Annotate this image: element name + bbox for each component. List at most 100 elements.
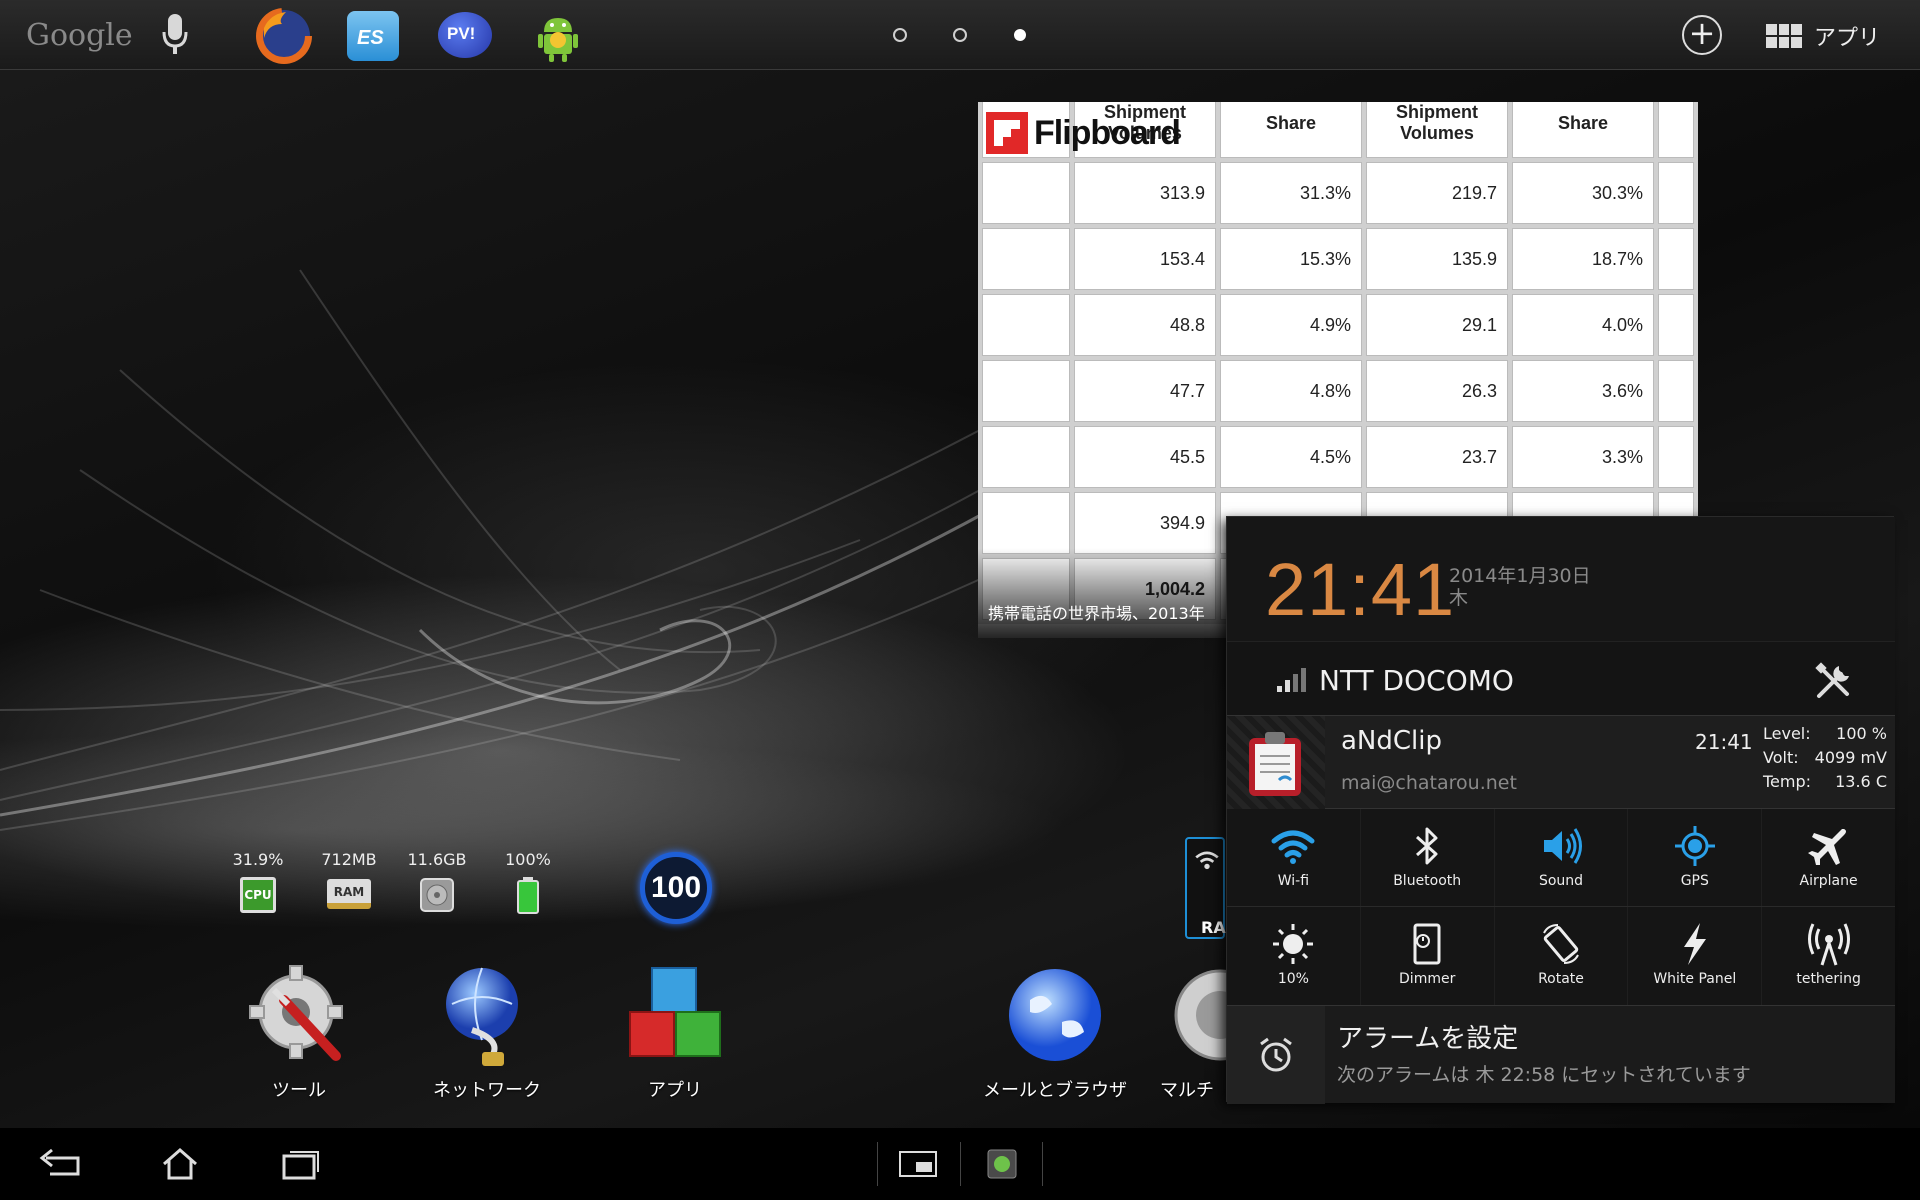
toggle-rotate[interactable]: Rotate bbox=[1493, 907, 1628, 1005]
notification-andclip[interactable]: aNdClip mai@chatarou.net 21:41 Level: 100… bbox=[1227, 715, 1895, 810]
toggle-dimmer[interactable]: Dimmer bbox=[1359, 907, 1494, 1005]
toggle-label: tethering bbox=[1796, 971, 1861, 987]
table-cell: 26.3 bbox=[1366, 360, 1508, 422]
pager-dot-2[interactable] bbox=[953, 28, 967, 42]
table-header-cell: Share bbox=[1512, 102, 1654, 158]
battery-temp-label: Temp: bbox=[1763, 772, 1812, 791]
toggle-brightness[interactable]: 10% bbox=[1227, 907, 1360, 1005]
gear-wrench-icon bbox=[249, 965, 343, 1061]
toggle-airplane[interactable]: Airplane bbox=[1761, 809, 1895, 906]
shortcut-label: ネットワーク bbox=[433, 1080, 541, 1101]
shortcut-network[interactable]: ネットワーク bbox=[402, 960, 572, 1102]
back-icon[interactable] bbox=[30, 1142, 90, 1186]
wifi-icon bbox=[1271, 830, 1315, 864]
toggle-sound[interactable]: Sound bbox=[1493, 809, 1628, 906]
recent-apps-icon[interactable] bbox=[270, 1142, 330, 1186]
notification-icon-area bbox=[1227, 716, 1325, 810]
battery-volt-value: 4099 mV bbox=[1814, 748, 1887, 767]
small-app-window-icon[interactable] bbox=[898, 1146, 938, 1182]
add-widget-button[interactable]: + bbox=[1682, 15, 1722, 55]
home-icon[interactable] bbox=[150, 1142, 210, 1186]
toggle-label: Rotate bbox=[1538, 971, 1584, 987]
microphone-icon[interactable] bbox=[160, 12, 190, 58]
table-row: 47.7 4.8% 26.3 3.6% bbox=[982, 360, 1694, 422]
table-row: 313.9 31.3% 219.7 30.3% bbox=[982, 162, 1694, 224]
table-cell: 48.8 bbox=[1074, 294, 1216, 356]
pager-dot-1[interactable] bbox=[893, 28, 907, 42]
table-cell: 4.0% bbox=[1512, 294, 1654, 356]
toggle-label: Wi-fi bbox=[1277, 873, 1310, 889]
alarm-notification[interactable]: アラームを設定 次のアラームは 木 22:58 にセットされています bbox=[1227, 1005, 1895, 1104]
cpu-stat[interactable]: 31.9% CPU bbox=[218, 850, 298, 913]
storage-stat[interactable]: 11.6GB bbox=[397, 850, 477, 919]
tethering-icon bbox=[1807, 923, 1850, 966]
es-file-explorer-icon[interactable]: ES bbox=[347, 11, 399, 61]
table-cell: 47.7 bbox=[1074, 360, 1216, 422]
pager-dot-3[interactable] bbox=[1014, 29, 1026, 41]
firefox-icon[interactable] bbox=[256, 8, 312, 64]
alarm-clock-icon bbox=[1260, 1037, 1292, 1072]
clock-row[interactable]: 21:41 2014年1月30日 木 bbox=[1227, 517, 1895, 641]
shortcut-multi[interactable]: マルチ bbox=[1160, 960, 1226, 1102]
nav-separator bbox=[960, 1142, 961, 1186]
apps-label: アプリ bbox=[1814, 26, 1881, 51]
table-cell bbox=[982, 492, 1070, 554]
toggle-white-panel[interactable]: White Panel bbox=[1627, 907, 1761, 1005]
apps-drawer-button[interactable]: アプリ bbox=[1766, 18, 1880, 54]
flash-icon bbox=[1683, 923, 1706, 965]
toggle-row-1: Wi-fi Bluetooth Sound GPS Airplane bbox=[1227, 809, 1895, 907]
ram-stat[interactable]: 712MB RAM bbox=[309, 850, 389, 909]
memory-booster-button[interactable]: 100 bbox=[640, 852, 712, 924]
toggle-wifi[interactable]: Wi-fi bbox=[1227, 809, 1360, 906]
table-cell: 394.9 bbox=[1074, 492, 1216, 554]
table-cell bbox=[982, 426, 1070, 488]
toggle-gps[interactable]: GPS bbox=[1627, 809, 1761, 906]
toggle-label: Bluetooth bbox=[1393, 873, 1462, 889]
toggle-label: Airplane bbox=[1799, 873, 1858, 889]
toggle-label: White Panel bbox=[1653, 971, 1737, 987]
battery-level-value: 100 % bbox=[1836, 724, 1887, 743]
android-app-icon[interactable] bbox=[530, 8, 586, 64]
shortcut-label: マルチ bbox=[1160, 1080, 1214, 1101]
battery-stat[interactable]: 100% bbox=[488, 850, 568, 919]
airplane-icon bbox=[1807, 829, 1846, 865]
globe-network-icon bbox=[446, 967, 518, 1066]
top-bar: Google ES PV! + アプリ bbox=[0, 0, 1920, 70]
table-cell bbox=[1658, 426, 1694, 488]
notification-app-name: aNdClip bbox=[1341, 726, 1442, 756]
google-search-logo[interactable]: Google bbox=[26, 18, 133, 53]
table-cell: 18.7% bbox=[1512, 228, 1654, 290]
carrier-row: NTT DOCOMO bbox=[1227, 641, 1895, 715]
shortcut-mail-browser[interactable]: メールとブラウザ bbox=[970, 960, 1140, 1102]
settings-tools-icon[interactable] bbox=[1813, 660, 1855, 702]
shortcut-label: アプリ bbox=[648, 1080, 702, 1101]
table-row: 48.8 4.9% 29.1 4.0% bbox=[982, 294, 1694, 356]
alarm-subtitle: 次のアラームは 木 22:58 にセットされています bbox=[1337, 1064, 1751, 1086]
toggle-tethering[interactable]: tethering bbox=[1761, 907, 1895, 1005]
table-cell bbox=[982, 360, 1070, 422]
table-header-cell: Shipment Volumes bbox=[1366, 102, 1508, 158]
ram-icon: RAM bbox=[327, 879, 371, 909]
toggle-label: Dimmer bbox=[1399, 971, 1456, 987]
carrier-name: NTT DOCOMO bbox=[1319, 664, 1514, 697]
toggle-bluetooth[interactable]: Bluetooth bbox=[1359, 809, 1494, 906]
apps-grid-icon bbox=[1766, 24, 1802, 48]
pv-icon[interactable]: PV! bbox=[438, 12, 492, 58]
hard-drive-icon bbox=[420, 878, 454, 912]
sound-icon bbox=[1543, 828, 1582, 864]
ram-value: 712MB bbox=[321, 850, 377, 869]
table-cell bbox=[1658, 228, 1694, 290]
shortcut-tools[interactable]: ツール bbox=[214, 960, 384, 1102]
table-cell bbox=[982, 228, 1070, 290]
clock-time: 21:41 bbox=[1265, 548, 1456, 631]
toggle-label: Sound bbox=[1538, 873, 1584, 889]
shortcut-apps[interactable]: アプリ bbox=[590, 960, 760, 1102]
table-cell: 3.3% bbox=[1512, 426, 1654, 488]
table-cell bbox=[1658, 162, 1694, 224]
partial-ram-widget[interactable]: RA bbox=[1185, 837, 1226, 939]
table-cell bbox=[982, 162, 1070, 224]
date-line-1: 2014年1月30日 bbox=[1449, 565, 1591, 587]
table-cell: 4.8% bbox=[1220, 360, 1362, 422]
small-app-shortcut-icon[interactable] bbox=[982, 1146, 1022, 1182]
table-cell: 4.5% bbox=[1220, 426, 1362, 488]
